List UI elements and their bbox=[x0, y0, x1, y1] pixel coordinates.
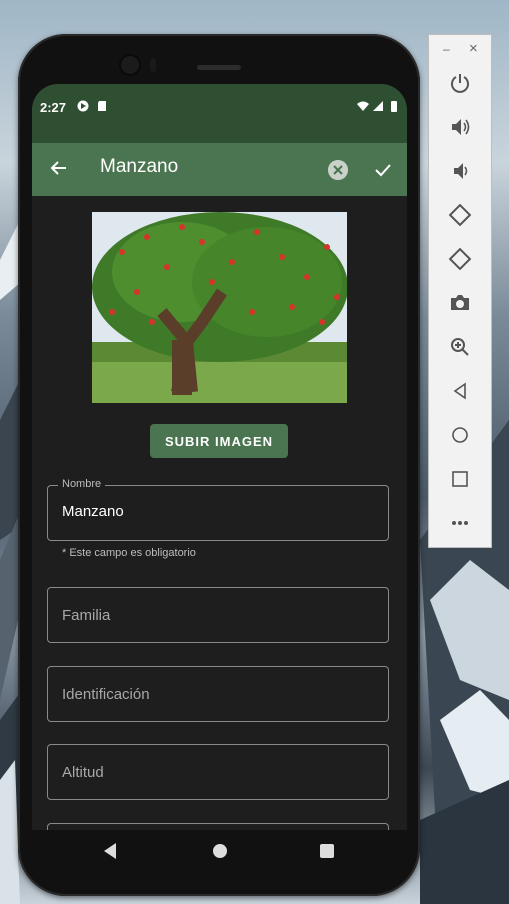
back-arrow-icon[interactable] bbox=[48, 157, 70, 179]
nav-overview-icon[interactable] bbox=[319, 842, 335, 860]
rotate-left-icon[interactable] bbox=[449, 204, 471, 226]
status-bar: 2:27 bbox=[32, 84, 407, 143]
camera-icon[interactable] bbox=[449, 292, 471, 314]
minimize-button[interactable]: – bbox=[443, 42, 450, 56]
overview-icon[interactable] bbox=[449, 468, 471, 490]
more-icon[interactable] bbox=[449, 512, 471, 534]
check-icon[interactable] bbox=[372, 159, 394, 181]
emulator-side-panel: – × bbox=[428, 34, 492, 548]
power-icon[interactable] bbox=[449, 72, 471, 94]
nombre-field[interactable]: Nombre Manzano bbox=[47, 478, 389, 541]
app-bar: Manzano bbox=[32, 143, 407, 196]
familia-field[interactable]: Familia bbox=[47, 587, 389, 643]
android-nav-bar bbox=[32, 830, 407, 874]
volume-down-icon[interactable] bbox=[449, 160, 471, 182]
nav-home-icon[interactable] bbox=[212, 842, 228, 860]
status-time: 2:27 bbox=[40, 100, 67, 115]
play-store-icon bbox=[77, 100, 89, 112]
phone-screen: 2:27 Manzano SUBIR IMAGEN Nombre Manzano… bbox=[32, 84, 407, 874]
identificacion-field[interactable]: Identificación bbox=[47, 666, 389, 722]
nombre-value: Manzano bbox=[62, 503, 124, 520]
clear-icon[interactable] bbox=[328, 160, 348, 180]
close-button[interactable]: × bbox=[469, 40, 478, 57]
upload-image-button[interactable]: SUBIR IMAGEN bbox=[150, 424, 288, 458]
nav-back-icon[interactable] bbox=[102, 842, 118, 860]
earpiece-speaker bbox=[197, 65, 241, 70]
nombre-label: Nombre bbox=[58, 478, 106, 490]
wifi-icon bbox=[357, 101, 369, 111]
home-icon[interactable] bbox=[449, 424, 471, 446]
altitud-placeholder: Altitud bbox=[62, 764, 104, 781]
sensor bbox=[150, 58, 156, 72]
battery-icon bbox=[391, 101, 397, 112]
sd-card-icon bbox=[98, 101, 106, 111]
front-camera bbox=[121, 56, 139, 74]
tree-photo bbox=[92, 212, 347, 403]
rotate-right-icon[interactable] bbox=[449, 248, 471, 270]
signal-icon bbox=[373, 101, 383, 111]
page-title: Manzano bbox=[100, 156, 179, 177]
zoom-icon[interactable] bbox=[449, 336, 471, 358]
familia-placeholder: Familia bbox=[62, 607, 111, 624]
nombre-helper-text: * Este campo es obligatorio bbox=[62, 547, 196, 559]
identificacion-placeholder: Identificación bbox=[62, 686, 150, 703]
back-icon[interactable] bbox=[449, 380, 471, 402]
altitud-field[interactable]: Altitud bbox=[47, 744, 389, 800]
volume-up-icon[interactable] bbox=[449, 116, 471, 138]
